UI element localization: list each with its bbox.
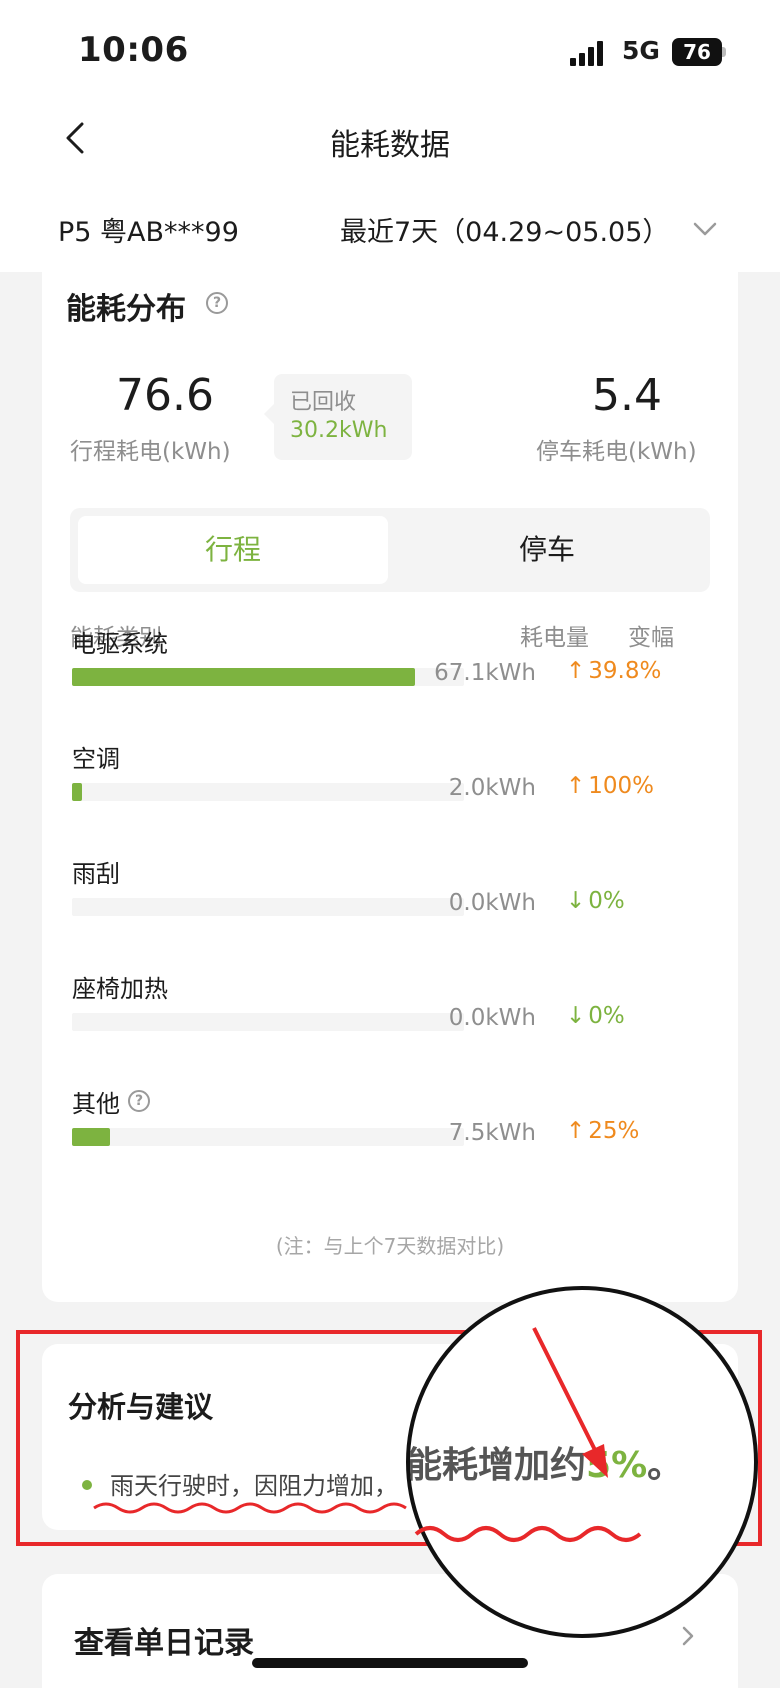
category-amount: 7.5kWh xyxy=(448,1120,536,1146)
parking-consumption-label: 停车耗电(kWh) xyxy=(536,439,697,465)
category-change: ↓ 0% xyxy=(566,888,625,914)
usage-bar-track xyxy=(72,1128,464,1146)
usage-bar-track xyxy=(72,783,464,801)
magnified-advice: 能耗增加约5%。 xyxy=(406,1445,684,1486)
recovered-label: 已回收 xyxy=(290,390,357,415)
tab-trip[interactable]: 行程 xyxy=(78,516,388,584)
network-type: 5G xyxy=(622,36,660,65)
category-amount: 67.1kWh xyxy=(434,660,536,686)
category-name: 空调 xyxy=(72,745,120,773)
annotation-magnifier: 能耗增加约5%。 xyxy=(406,1286,758,1638)
arrow-up-icon: ↑ xyxy=(566,658,586,684)
category-change-value: 100% xyxy=(588,773,655,799)
distribution-title: 能耗分布 xyxy=(66,292,186,327)
status-bar: 10:06 5G 76 xyxy=(0,0,780,100)
filter-row: P5 粤AB***99 最近7天（04.29~05.05） xyxy=(0,200,780,260)
category-name: 电驱系统 xyxy=(72,630,168,658)
parking-consumption-value: 5.4 xyxy=(592,370,662,421)
tab-parking[interactable]: 停车 xyxy=(392,516,702,584)
category-change: ↑ 25% xyxy=(566,1118,639,1144)
category-amount: 2.0kWh xyxy=(448,775,536,801)
category-name: 其他 xyxy=(72,1090,120,1118)
category-change-value: 0% xyxy=(588,1003,625,1029)
arrow-down-icon: ↓ xyxy=(566,888,586,914)
arrow-up-icon: ↑ xyxy=(566,773,586,799)
recovered-energy-tooltip: 已回收 30.2kWh xyxy=(264,374,412,460)
help-icon[interactable]: ? xyxy=(206,292,228,314)
status-time: 10:06 xyxy=(78,30,189,70)
distribution-card: 能耗分布 ? 76.6 行程耗电(kWh) 已回收 30.2kWh 5.4 停车… xyxy=(42,272,738,1302)
trip-parking-segmented-control: 行程 停车 xyxy=(70,508,710,592)
category-change: ↑ 39.8% xyxy=(566,658,661,684)
arrow-up-icon: ↑ xyxy=(566,1118,586,1144)
category-amount: 0.0kWh xyxy=(448,890,536,916)
category-name: 座椅加热 xyxy=(72,975,168,1003)
usage-bar-track xyxy=(72,668,464,686)
nav-bar: 能耗数据 xyxy=(0,100,780,180)
signal-icon xyxy=(570,40,610,66)
category-row: 空调 2.0kWh ↑ 100% xyxy=(42,739,738,839)
page-title: 能耗数据 xyxy=(330,128,450,163)
arrow-down-icon: ↓ xyxy=(566,1003,586,1029)
category-change-value: 25% xyxy=(588,1118,640,1144)
usage-bar-fill xyxy=(72,783,83,801)
daily-record-label: 查看单日记录 xyxy=(74,1626,254,1661)
usage-bar-track xyxy=(72,898,464,916)
battery-icon: 76 xyxy=(672,38,726,66)
category-amount: 0.0kWh xyxy=(448,1005,536,1031)
category-row: 其他? 7.5kWh ↑ 25% xyxy=(42,1084,738,1184)
usage-bar-fill xyxy=(72,1128,111,1146)
help-icon[interactable]: ? xyxy=(128,1090,150,1112)
category-change-value: 0% xyxy=(588,888,625,914)
battery-level: 76 xyxy=(672,38,722,66)
category-change: ↑ 100% xyxy=(566,773,654,799)
trip-consumption-value: 76.6 xyxy=(116,370,214,421)
header-area: 10:06 5G 76 能耗数据 P5 粤AB***99 最近7天（04.29~… xyxy=(0,0,780,272)
recovered-value: 30.2kWh xyxy=(290,418,388,443)
category-name: 雨刮 xyxy=(72,860,120,888)
home-indicator xyxy=(252,1658,528,1668)
usage-bar-fill xyxy=(72,668,415,686)
magnified-percent: 5% xyxy=(586,1445,648,1486)
usage-bar-track xyxy=(72,1013,464,1031)
comparison-note: (注：与上个7天数据对比) xyxy=(275,1234,505,1258)
category-change-value: 39.8% xyxy=(588,658,662,684)
trip-consumption-label: 行程耗电(kWh) xyxy=(70,439,231,465)
vehicle-selector[interactable]: P5 粤AB***99 xyxy=(58,210,239,249)
period-selector[interactable]: 最近7天（04.29~05.05） xyxy=(340,210,669,249)
category-row: 雨刮 0.0kWh ↓ 0% xyxy=(42,854,738,954)
chevron-right-icon xyxy=(682,1626,694,1646)
category-row: 座椅加热 0.0kWh ↓ 0% xyxy=(42,969,738,1069)
category-row: 电驱系统 67.1kWh ↑ 39.8% xyxy=(42,624,738,724)
chevron-down-icon[interactable] xyxy=(692,216,718,242)
category-change: ↓ 0% xyxy=(566,1003,625,1029)
